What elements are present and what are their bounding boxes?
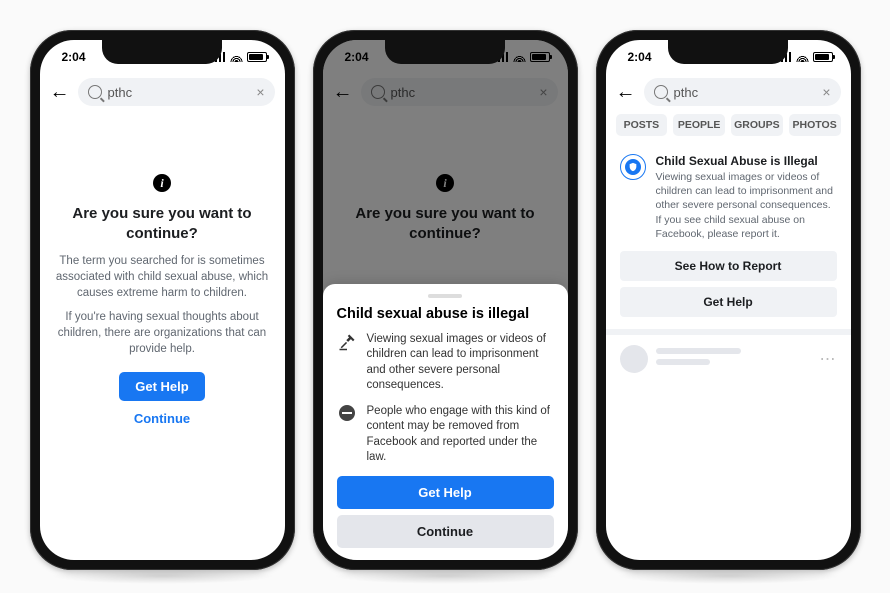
search-query: pthc: [108, 85, 251, 100]
placeholder-avatar: [620, 345, 648, 373]
wifi-icon: [796, 52, 809, 62]
interstitial-title: Are you sure you want to continue?: [56, 204, 269, 243]
notch: [102, 40, 222, 64]
sheet-handle[interactable]: [428, 294, 462, 298]
search-icon: [88, 85, 102, 99]
notch: [385, 40, 505, 64]
search-query: pthc: [674, 85, 817, 100]
search-bar: ← pthc ×: [40, 74, 285, 114]
shield-icon: [620, 154, 646, 180]
sheet-title: Child sexual abuse is illegal: [337, 306, 554, 322]
sheet-item-1-text: Viewing sexual images or videos of child…: [367, 332, 554, 394]
tab-photos[interactable]: PHOTOS: [789, 114, 841, 136]
placeholder-post: ⋯: [606, 335, 851, 383]
status-time: 2:04: [62, 50, 86, 64]
sheet-item-1: Viewing sexual images or videos of child…: [337, 332, 554, 394]
search-bar: ← pthc ×: [606, 74, 851, 114]
sheet-item-2: People who engage with this kind of cont…: [337, 404, 554, 466]
clear-icon[interactable]: ×: [822, 84, 830, 100]
notice-body: Viewing sexual images or videos of child…: [656, 170, 837, 241]
status-time: 2:04: [345, 50, 369, 64]
bottom-sheet: Child sexual abuse is illegal Viewing se…: [323, 284, 568, 560]
wifi-icon: [230, 52, 243, 62]
tab-groups[interactable]: GROUPS: [731, 114, 783, 136]
back-icon[interactable]: ←: [50, 81, 70, 104]
continue-button[interactable]: Continue: [337, 515, 554, 548]
search-input[interactable]: pthc ×: [78, 78, 275, 106]
battery-icon: [247, 52, 267, 62]
sheet-item-2-text: People who engage with this kind of cont…: [367, 404, 554, 466]
interstitial-body-2: If you're having sexual thoughts about c…: [56, 309, 269, 357]
tab-people[interactable]: PEOPLE: [673, 114, 725, 136]
gavel-icon: [337, 332, 357, 394]
see-how-to-report-button[interactable]: See How to Report: [620, 251, 837, 281]
search-icon: [654, 85, 668, 99]
placeholder-lines: [656, 348, 812, 370]
wifi-icon: [513, 52, 526, 62]
search-input[interactable]: pthc ×: [644, 78, 841, 106]
clear-icon[interactable]: ×: [256, 84, 264, 100]
battery-icon: [813, 52, 833, 62]
status-time: 2:04: [628, 50, 652, 64]
back-icon[interactable]: ←: [616, 81, 636, 104]
notch: [668, 40, 788, 64]
info-icon: i: [153, 174, 171, 192]
phone-mock-1: 2:04 ← pthc × i Are you sure you want to…: [30, 30, 295, 570]
get-help-button[interactable]: Get Help: [337, 476, 554, 509]
minus-circle-icon: [337, 404, 357, 466]
interstitial-body-1: The term you searched for is sometimes a…: [56, 253, 269, 301]
get-help-button[interactable]: Get Help: [620, 287, 837, 317]
safety-notice: Child Sexual Abuse is Illegal Viewing se…: [606, 144, 851, 245]
search-tabs: POSTS PEOPLE GROUPS PHOTOS: [606, 114, 851, 144]
tab-posts[interactable]: POSTS: [616, 114, 668, 136]
ellipsis-icon[interactable]: ⋯: [820, 349, 837, 369]
get-help-button[interactable]: Get Help: [119, 372, 204, 401]
phone-mock-3: 2:04 ← pthc × POSTS PEOPLE GROUPS PHOTOS: [596, 30, 861, 570]
notice-title: Child Sexual Abuse is Illegal: [656, 154, 837, 168]
battery-icon: [530, 52, 550, 62]
continue-link[interactable]: Continue: [56, 411, 269, 426]
phone-mock-2: 2:04 ← pthc × i Are you sure you want to…: [313, 30, 578, 570]
